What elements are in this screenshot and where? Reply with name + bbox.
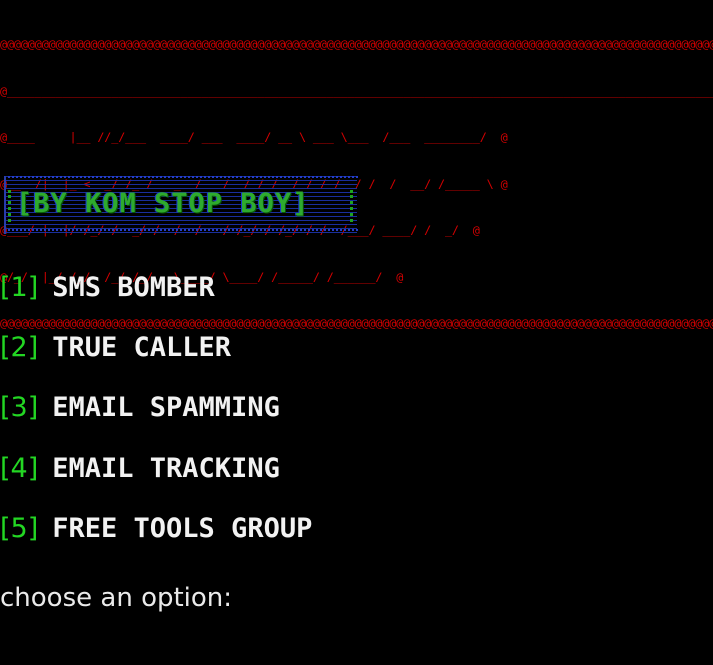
- menu-index: [1]: [0, 272, 39, 303]
- menu-item-sms-bomber[interactable]: [1] SMS BOMBER: [0, 270, 215, 304]
- menu-item-true-caller[interactable]: [2] TRUE CALLER: [0, 330, 231, 364]
- menu-label: TRUE CALLER: [52, 332, 232, 363]
- author-subtitle: [BY KOM STOP BOY]: [16, 188, 310, 219]
- banner-line: @____ |__ //_/___ ____/ ___ ____/ __ \ _…: [0, 130, 508, 144]
- menu-item-free-tools-group[interactable]: [5] FREE TOOLS GROUP: [0, 511, 312, 545]
- banner-line: @@@@@@@@@@@@@@@@@@@@@@@@@@@@@@@@@@@@@@@@…: [0, 37, 713, 51]
- menu-label: EMAIL SPAMMING: [52, 392, 280, 423]
- choose-option-prompt[interactable]: choose an option:: [0, 581, 232, 615]
- subtitle-border-right: [350, 190, 356, 222]
- subtitle-border-top: [8, 176, 358, 181]
- menu-index: [3]: [0, 392, 39, 423]
- menu-index: [2]: [0, 332, 39, 363]
- menu-label: SMS BOMBER: [52, 272, 215, 303]
- banner-line: @_______________________________________…: [0, 83, 713, 98]
- subtitle-border-bottom: [8, 229, 358, 234]
- author-subtitle-box: [BY KOM STOP BOY]: [4, 176, 358, 234]
- menu-index: [5]: [0, 513, 39, 544]
- subtitle-border-left: [8, 190, 14, 222]
- menu-label: FREE TOOLS GROUP: [52, 513, 313, 544]
- menu-label: EMAIL TRACKING: [52, 453, 280, 484]
- menu-index: [4]: [0, 453, 39, 484]
- menu-item-email-spamming[interactable]: [3] EMAIL SPAMMING: [0, 390, 280, 424]
- menu-item-email-tracking[interactable]: [4] EMAIL TRACKING: [0, 451, 280, 485]
